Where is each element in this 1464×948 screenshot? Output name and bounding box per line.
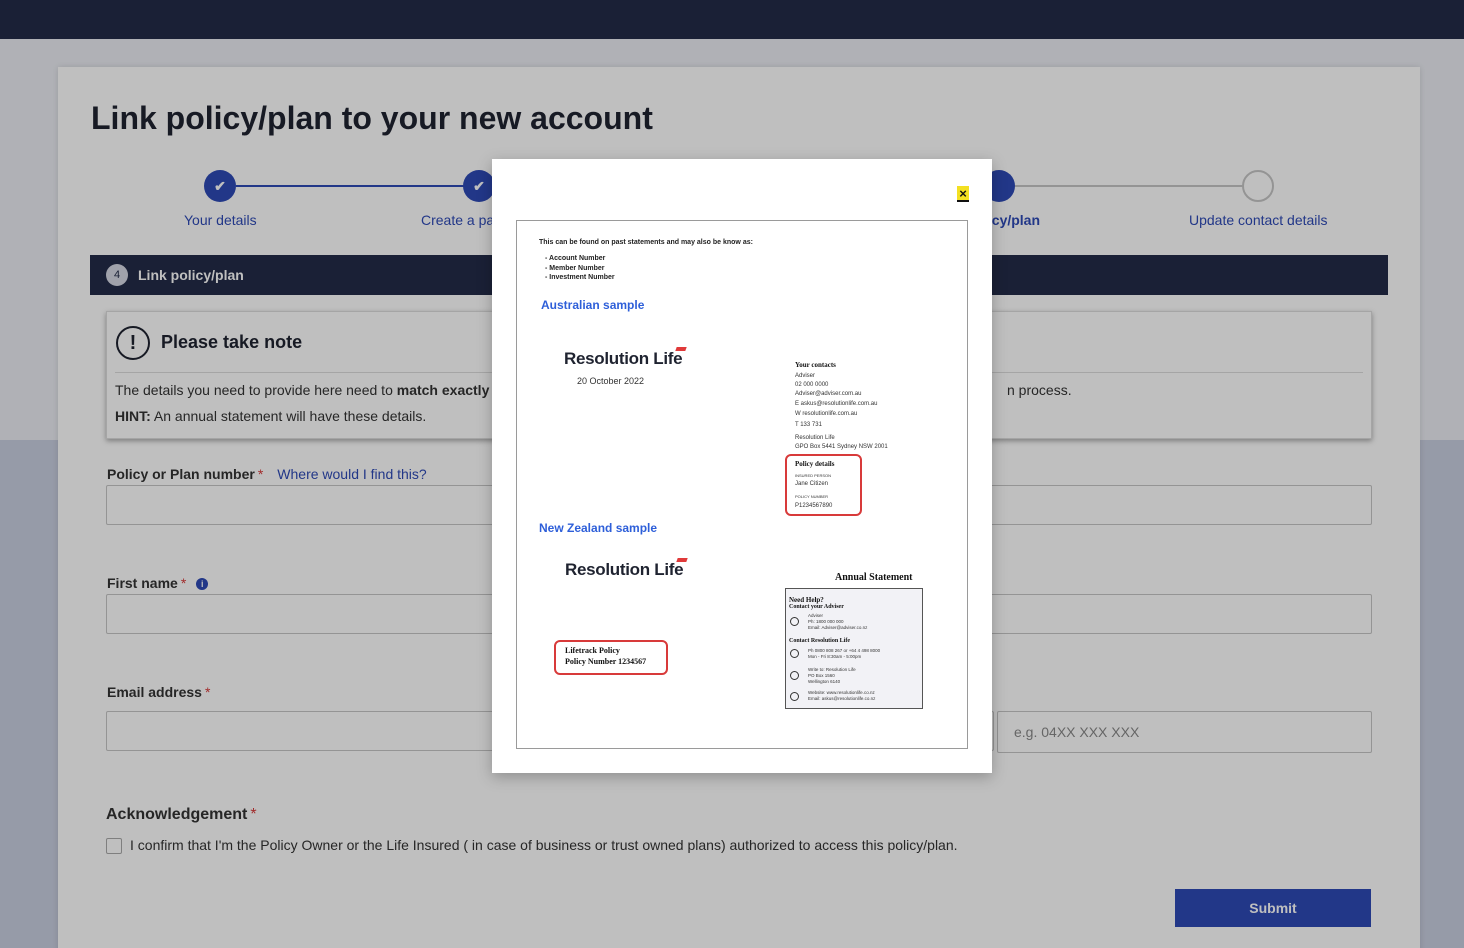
intro-text: This can be found on past statements and… bbox=[539, 239, 753, 246]
need-help-title: Need Help? bbox=[789, 596, 824, 604]
policy-number-au: P1234567890 bbox=[795, 503, 833, 509]
sample-statement-image: This can be found on past statements and… bbox=[516, 220, 968, 749]
address-line-2: GPO Box 5441 Sydney NSW 2001 bbox=[795, 444, 888, 450]
resolution-life-logo-nz: Resolution Life bbox=[565, 558, 689, 580]
alias-investment: - Investment Number bbox=[545, 274, 615, 281]
rl-web-line-2: Email: askus@resolutionlife.co.nz bbox=[808, 696, 876, 701]
globe-icon bbox=[790, 692, 799, 701]
rl-phone-line-2: Mon - Fri 8:30am - 5:00pm bbox=[808, 654, 862, 659]
alias-member: - Member Number bbox=[545, 265, 605, 272]
resolution-life-logo-au: Resolution Life bbox=[564, 347, 688, 369]
policy-number-help-modal: × This can be found on past statements a… bbox=[492, 159, 992, 773]
nz-policy-line-1: Lifetrack Policy bbox=[565, 646, 620, 655]
contacts-title: Your contacts bbox=[795, 361, 836, 369]
adviser-line-3: Email: Adviser@adviser.co.nz bbox=[808, 625, 868, 630]
mail-icon bbox=[790, 671, 799, 680]
new-zealand-sample-heading: New Zealand sample bbox=[539, 521, 658, 535]
au-statement-date: 20 October 2022 bbox=[577, 376, 645, 386]
australian-sample-heading: Australian sample bbox=[541, 298, 645, 312]
nz-need-help-box: Need Help? Contact your Adviser Adviser … bbox=[785, 588, 923, 709]
contacts-line-6: T 133 731 bbox=[795, 422, 822, 428]
alias-account: - Account Number bbox=[545, 255, 606, 262]
policy-details-title: Policy details bbox=[795, 460, 835, 468]
contact-rl-title: Contact Resolution Life bbox=[789, 638, 850, 644]
annual-statement-title: Annual Statement bbox=[835, 572, 913, 583]
phone-icon bbox=[790, 649, 799, 658]
contacts-line-4: E askus@resolutionlife.com.au bbox=[795, 401, 878, 407]
policy-number-label-au: POLICY NUMBER bbox=[795, 494, 829, 499]
contact-adviser-title: Contact your Adviser bbox=[789, 604, 844, 610]
person-icon bbox=[790, 617, 799, 626]
insured-person-name: Jane Citizen bbox=[795, 481, 829, 487]
rl-write-line-3: Wellington 6140 bbox=[808, 679, 841, 684]
contacts-line-3: Adviser@adviser.com.au bbox=[795, 391, 862, 397]
contacts-line-5: W resolutionlife.com.au bbox=[795, 411, 858, 417]
nz-policy-line-2: Policy Number 1234567 bbox=[565, 657, 647, 666]
close-icon[interactable]: × bbox=[957, 186, 969, 202]
